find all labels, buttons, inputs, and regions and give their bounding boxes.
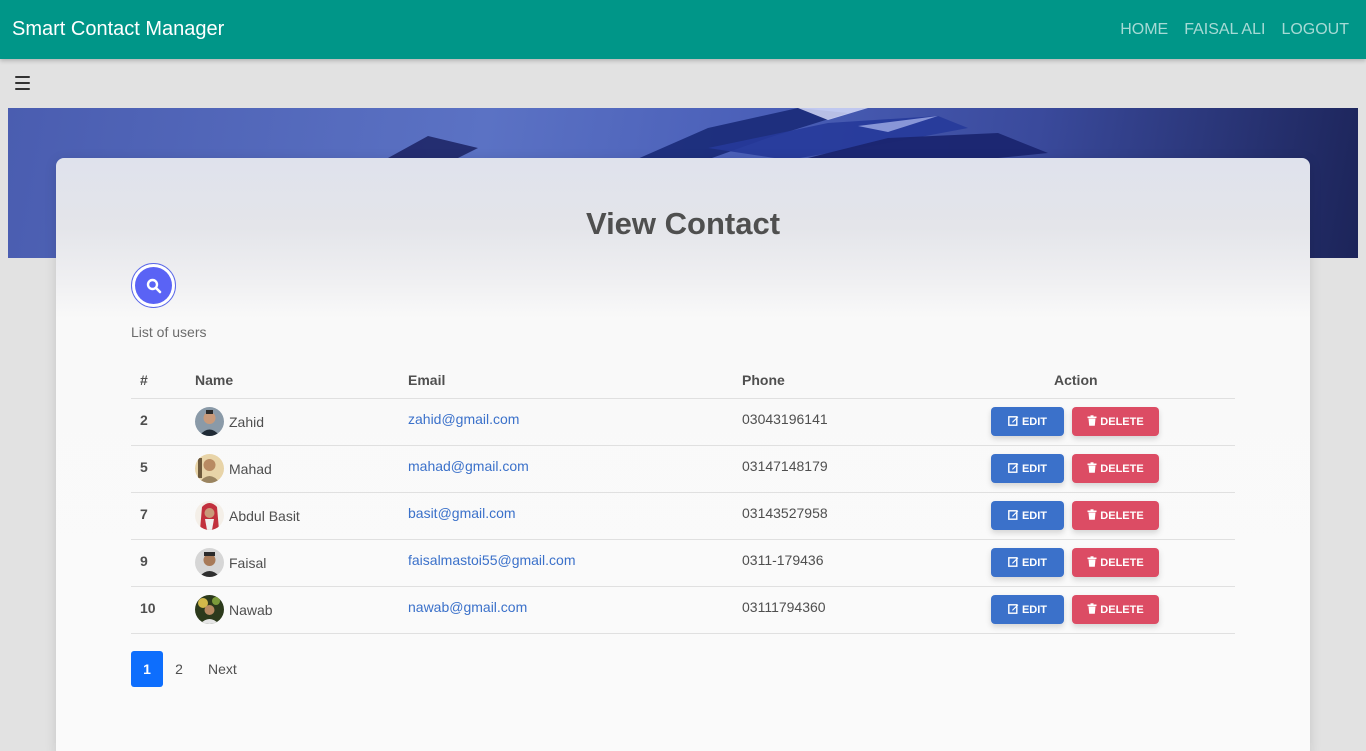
trash-icon xyxy=(1087,461,1097,476)
avatar xyxy=(195,548,224,577)
navbar: Smart Contact Manager HOME FAISAL ALI LO… xyxy=(0,0,1366,59)
table-row: 2 Zahid zahid@gmail.com 03043196141 EDIT… xyxy=(131,399,1235,446)
edit-button[interactable]: EDIT xyxy=(991,454,1064,483)
nav-user-link[interactable]: FAISAL ALI xyxy=(1184,21,1265,39)
action-cell: EDIT DELETE xyxy=(991,595,1159,624)
contact-id: 2 xyxy=(140,412,148,428)
contacts-card: View Contact List of users # Name Email … xyxy=(56,158,1310,751)
delete-button[interactable]: DELETE xyxy=(1072,454,1159,483)
contact-email[interactable]: basit@gmail.com xyxy=(408,505,516,521)
contact-name: Faisal xyxy=(229,554,267,571)
action-cell: EDIT DELETE xyxy=(991,454,1159,483)
search-icon xyxy=(135,267,172,304)
table-row: 9 Faisal faisalmastoi55@gmail.com 0311-1… xyxy=(131,540,1235,587)
header-action: Action xyxy=(1054,372,1098,388)
edit-icon xyxy=(1008,415,1019,429)
page-2-button[interactable]: 2 xyxy=(163,651,195,687)
table-header: # Name Email Phone Action xyxy=(131,363,1235,399)
avatar xyxy=(195,454,224,483)
avatar xyxy=(195,595,224,624)
contact-name-cell: Abdul Basit xyxy=(195,501,300,530)
edit-button[interactable]: EDIT xyxy=(991,501,1064,530)
contact-email[interactable]: nawab@gmail.com xyxy=(408,599,527,615)
table-row: 5 Mahad mahad@gmail.com 03147148179 EDIT… xyxy=(131,446,1235,493)
menu-icon[interactable] xyxy=(15,76,30,90)
contact-name-cell: Faisal xyxy=(195,548,266,577)
contact-name-cell: Mahad xyxy=(195,454,272,483)
trash-icon xyxy=(1087,414,1097,429)
header-phone: Phone xyxy=(742,372,785,388)
edit-icon xyxy=(1008,462,1019,476)
contact-email[interactable]: mahad@gmail.com xyxy=(408,458,529,474)
edit-icon xyxy=(1008,603,1019,617)
contacts-table: # Name Email Phone Action 2 Zahid zahid@… xyxy=(131,363,1235,634)
header-name: Name xyxy=(195,372,234,388)
next-page-button[interactable]: Next xyxy=(195,651,250,687)
contact-id: 9 xyxy=(140,553,148,569)
contact-email[interactable]: zahid@gmail.com xyxy=(408,411,519,427)
trash-icon xyxy=(1087,555,1097,570)
edit-icon xyxy=(1008,556,1019,570)
action-cell: EDIT DELETE xyxy=(991,501,1159,530)
trash-icon xyxy=(1087,602,1097,617)
contact-name-cell: Zahid xyxy=(195,407,264,436)
delete-button[interactable]: DELETE xyxy=(1072,407,1159,436)
delete-button[interactable]: DELETE xyxy=(1072,501,1159,530)
contact-email[interactable]: faisalmastoi55@gmail.com xyxy=(408,552,576,568)
page-1-button[interactable]: 1 xyxy=(131,651,163,687)
delete-button[interactable]: DELETE xyxy=(1072,595,1159,624)
header-id: # xyxy=(140,372,148,388)
nav-home-link[interactable]: HOME xyxy=(1120,21,1168,39)
table-row: 10 Nawab nawab@gmail.com 03111794360 EDI… xyxy=(131,587,1235,634)
header-email: Email xyxy=(408,372,446,388)
contact-phone: 03111794360 xyxy=(742,599,826,615)
edit-button[interactable]: EDIT xyxy=(991,595,1064,624)
delete-button[interactable]: DELETE xyxy=(1072,548,1159,577)
contact-name: Zahid xyxy=(229,413,265,430)
contact-phone: 03143527958 xyxy=(742,505,828,521)
contact-id: 7 xyxy=(140,506,148,522)
list-subtitle: List of users xyxy=(131,324,207,340)
contact-name: Nawab xyxy=(229,601,273,618)
edit-button[interactable]: EDIT xyxy=(991,548,1064,577)
pagination: 1 2 Next xyxy=(131,651,250,687)
avatar xyxy=(195,501,224,530)
nav-links: HOME FAISAL ALI LOGOUT xyxy=(1120,21,1354,39)
brand-title[interactable]: Smart Contact Manager xyxy=(12,18,224,41)
edit-icon xyxy=(1008,509,1019,523)
action-cell: EDIT DELETE xyxy=(991,548,1159,577)
page-title: View Contact xyxy=(585,206,781,241)
action-cell: EDIT DELETE xyxy=(991,407,1159,436)
contact-phone: 03043196141 xyxy=(742,411,828,427)
contact-name-cell: Nawab xyxy=(195,595,273,624)
avatar xyxy=(195,407,224,436)
contact-name: Abdul Basit xyxy=(229,507,300,524)
trash-icon xyxy=(1087,508,1097,523)
contact-id: 10 xyxy=(140,600,156,616)
contact-name: Mahad xyxy=(229,460,272,477)
edit-button[interactable]: EDIT xyxy=(991,407,1064,436)
table-row: 7 Abdul Basit basit@gmail.com 0314352795… xyxy=(131,493,1235,540)
contact-phone: 03147148179 xyxy=(742,458,828,474)
search-button[interactable] xyxy=(131,263,176,308)
nav-logout-link[interactable]: LOGOUT xyxy=(1281,21,1349,39)
contact-id: 5 xyxy=(140,459,148,475)
contact-phone: 0311-179436 xyxy=(742,552,824,568)
